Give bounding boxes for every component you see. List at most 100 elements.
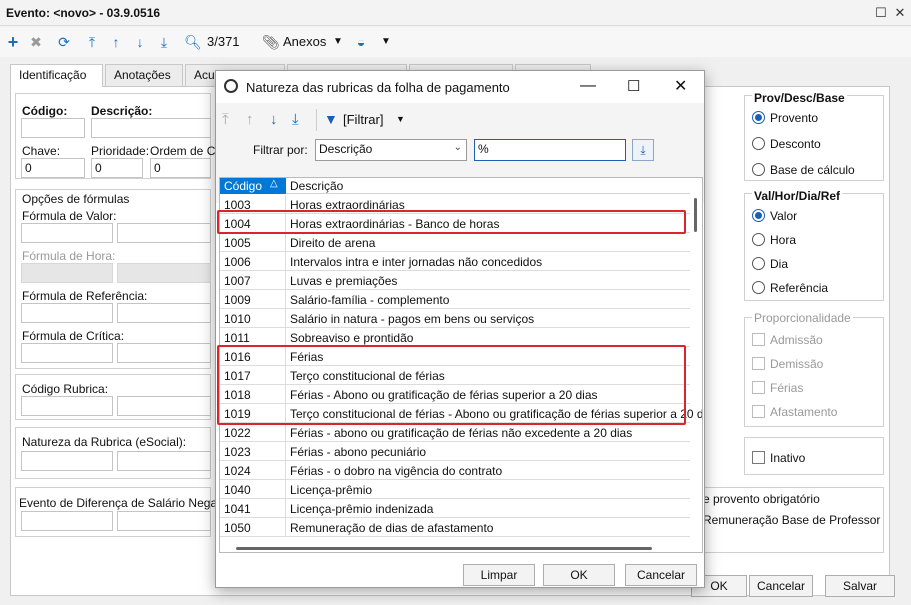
radio-dia[interactable]	[752, 257, 765, 270]
codigo-input[interactable]	[21, 118, 85, 138]
natureza-desc[interactable]	[117, 451, 211, 471]
app-icon	[224, 79, 238, 93]
radio-valor[interactable]	[752, 209, 765, 222]
prioridade-label: Prioridade:	[91, 144, 150, 158]
add-icon[interactable]: +	[5, 32, 21, 52]
radio-base-calculo-label: Base de cálculo	[770, 163, 855, 177]
last-record-icon[interactable]: ⤓	[156, 32, 172, 52]
table-row[interactable]: 1041 Licença-prêmio indenizada	[220, 499, 690, 518]
options-icon[interactable]: ◒	[352, 32, 370, 52]
cell-descricao: Férias - o dobro na vigência do contrato	[290, 464, 503, 478]
table-row[interactable]: 1023 Férias - abono pecuniário	[220, 442, 690, 461]
table-row[interactable]: 1007 Luvas e premiações	[220, 271, 690, 290]
codigo-rubrica-desc[interactable]	[117, 396, 211, 416]
first-record-icon[interactable]: ⤒	[84, 32, 100, 52]
filter-icon[interactable]: ▼	[324, 111, 338, 127]
vertical-scrollbar-thumb[interactable]	[694, 198, 697, 232]
table-row[interactable]: 1005 Direito de arena	[220, 233, 690, 252]
radio-desconto[interactable]	[752, 137, 765, 150]
close-icon[interactable]: ✕	[674, 76, 687, 96]
evento-diferenca-desc[interactable]	[117, 511, 211, 531]
dialog-ok-button[interactable]: OK	[543, 564, 615, 586]
inativo-group	[744, 437, 884, 475]
chave-input[interactable]: 0	[21, 158, 85, 178]
formula-hora-label: Fórmula de Hora:	[22, 249, 116, 263]
evento-diferenca-code[interactable]	[21, 511, 113, 531]
formula-critica-code[interactable]	[21, 343, 113, 363]
cancelar-button[interactable]: Cancelar	[749, 575, 813, 597]
natureza-code[interactable]	[21, 451, 113, 471]
column-header-codigo[interactable]: Código △	[220, 178, 286, 194]
cell-codigo: 1009	[220, 290, 286, 309]
radio-referencia[interactable]	[752, 281, 765, 294]
highlight-box-ferias	[217, 345, 686, 425]
table-row[interactable]: 1010 Salário in natura - pagos em bens ou…	[220, 309, 690, 328]
highlight-box-1004	[217, 210, 686, 234]
cell-codigo: 1041	[220, 499, 286, 518]
formula-referencia-desc[interactable]	[117, 303, 211, 323]
minimize-icon[interactable]: —	[580, 77, 596, 95]
table-row[interactable]: 1022 Férias - abono ou gratificação de fé…	[220, 423, 690, 442]
table-row[interactable]: 1006 Intervalos intra e inter jornadas nã…	[220, 252, 690, 271]
filter-text-input[interactable]: %	[474, 139, 626, 161]
next-record-icon[interactable]: ↓	[132, 32, 148, 52]
tab-identificacao[interactable]: Identificação	[10, 64, 103, 87]
first-record-icon[interactable]: ⤒	[222, 111, 229, 128]
anexos-label[interactable]: Anexos	[283, 32, 326, 52]
cell-codigo: 1024	[220, 461, 286, 480]
tab-anotacoes[interactable]: Anotações	[105, 64, 183, 86]
filtrar-label[interactable]: [Filtrar]	[343, 112, 383, 127]
formula-referencia-code[interactable]	[21, 303, 113, 323]
codigo-rubrica-label: Código Rubrica:	[22, 382, 109, 396]
next-record-icon[interactable]: ↓	[270, 111, 278, 128]
attachment-icon[interactable]: 📎︎	[262, 32, 280, 52]
formula-hora-desc	[117, 263, 211, 283]
close-button[interactable]: ✕	[891, 4, 909, 22]
val-hor-dia-ref-title: Val/Hor/Dia/Ref	[752, 189, 843, 203]
cell-descricao: Direito de arena	[290, 236, 376, 250]
codigo-rubrica-code[interactable]	[21, 396, 113, 416]
formula-valor-desc[interactable]	[117, 223, 211, 243]
horizontal-scrollbar-thumb[interactable]	[236, 547, 652, 550]
filtrar-por-select[interactable]: Descrição ⌄	[315, 139, 467, 161]
chevron-down-icon[interactable]: ▼	[381, 32, 391, 52]
radio-base-calculo[interactable]	[752, 163, 765, 176]
ordem-calculo-input[interactable]: 0	[150, 158, 211, 178]
apply-filter-icon[interactable]: ⤓	[632, 139, 654, 161]
descricao-input[interactable]	[91, 118, 211, 138]
cell-descricao: Luvas e premiações	[290, 274, 398, 288]
maximize-button[interactable]: ☐	[872, 4, 890, 22]
search-icon[interactable]: 🔍︎	[184, 32, 202, 52]
proporcionalidade-title: Proporcionalidade	[752, 311, 853, 325]
last-record-icon[interactable]: ⤓	[292, 111, 299, 128]
maximize-icon[interactable]: ☐	[627, 77, 640, 95]
column-header-descricao[interactable]: Descrição	[287, 178, 343, 193]
chave-label: Chave:	[22, 144, 61, 158]
checkbox-inativo[interactable]	[752, 451, 765, 464]
table-row[interactable]: 1009 Salário-família - complemento	[220, 290, 690, 309]
refresh-icon[interactable]: ⟳	[56, 32, 72, 52]
radio-provento[interactable]	[752, 111, 765, 124]
chevron-down-icon[interactable]: ▼	[333, 32, 343, 52]
formula-valor-label: Fórmula de Valor:	[22, 209, 117, 223]
evento-diferenca-label: Evento de Diferença de Salário Negativa	[19, 496, 236, 510]
cell-descricao: Salário-família - complemento	[290, 293, 450, 307]
table-row[interactable]: 1050 Remuneração de dias de afastamento	[220, 518, 690, 537]
cell-descricao: Férias - abono ou gratificação de férias…	[290, 426, 633, 440]
previous-record-icon[interactable]: ↑	[246, 111, 254, 128]
prioridade-input[interactable]: 0	[91, 158, 143, 178]
delete-icon[interactable]: ✖	[28, 32, 44, 52]
salvar-button[interactable]: Salvar	[825, 575, 895, 597]
natureza-rubricas-dialog: Natureza das rubricas da folha de pagame…	[215, 70, 705, 588]
limpar-button[interactable]: Limpar	[463, 564, 535, 586]
filtrar-por-value: Descrição	[319, 142, 373, 156]
formula-critica-desc[interactable]	[117, 343, 211, 363]
radio-hora[interactable]	[752, 233, 765, 246]
table-row[interactable]: 1040 Licença-prêmio	[220, 480, 690, 499]
natureza-label: Natureza da Rubrica (eSocial):	[22, 435, 187, 449]
dialog-cancelar-button[interactable]: Cancelar	[625, 564, 697, 586]
previous-record-icon[interactable]: ↑	[108, 32, 124, 52]
formula-valor-code[interactable]	[21, 223, 113, 243]
chevron-down-icon[interactable]: ▼	[396, 114, 405, 124]
table-row[interactable]: 1024 Férias - o dobro na vigência do cont…	[220, 461, 690, 480]
